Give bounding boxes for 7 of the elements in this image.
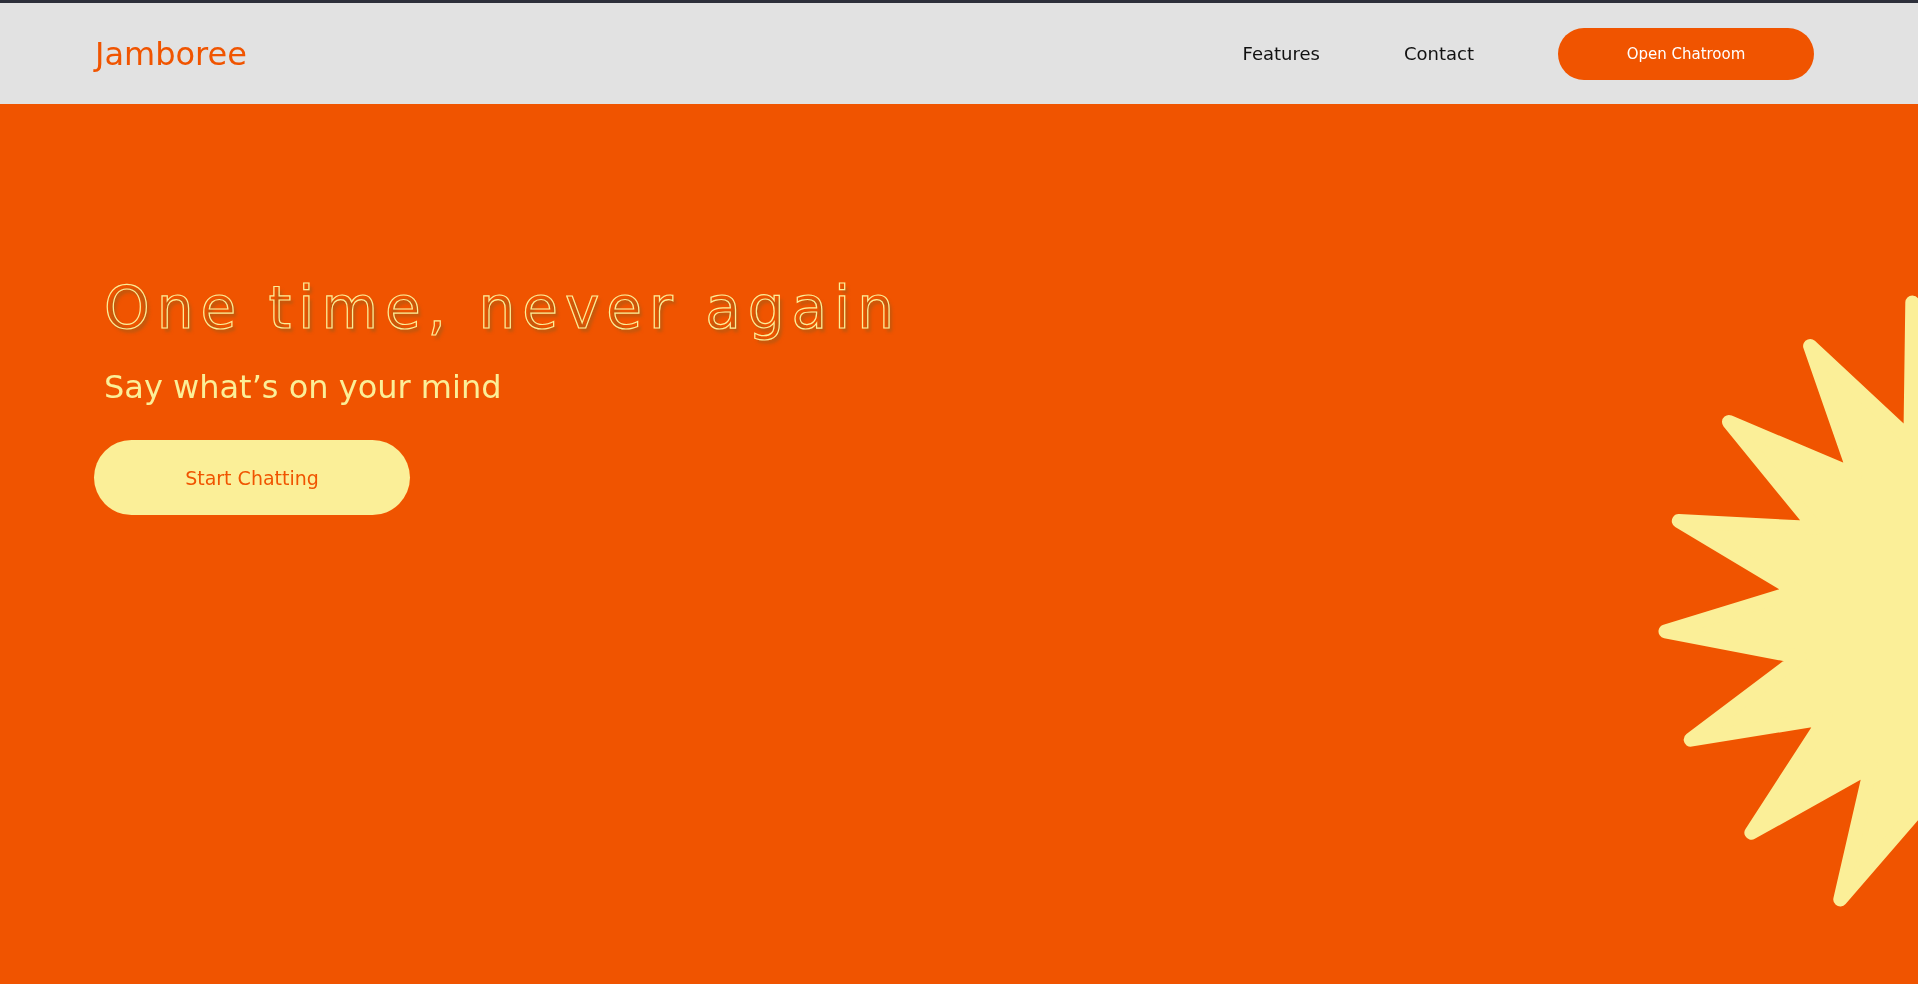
- start-chatting-button[interactable]: Start Chatting: [94, 440, 410, 515]
- open-chatroom-button[interactable]: Open Chatroom: [1558, 27, 1814, 80]
- nav-link[interactable]: Contact: [1403, 43, 1474, 64]
- brand-logo[interactable]: Jamboree: [95, 34, 247, 73]
- hero-subheading: Say what’s on your mind: [104, 368, 502, 406]
- nav-link[interactable]: Features: [1242, 43, 1320, 64]
- hero-heading: One time, never again: [104, 274, 901, 342]
